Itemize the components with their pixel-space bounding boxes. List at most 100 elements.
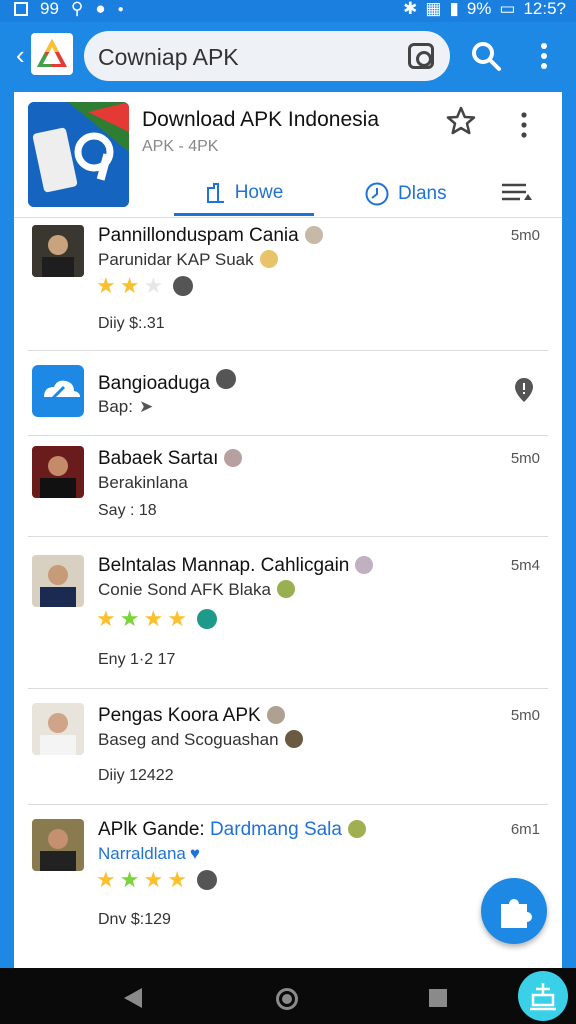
accessibility-icon[interactable] (518, 971, 568, 1021)
nav-home-icon[interactable] (276, 988, 298, 1010)
item-subtitle: Conie Sond AFK Blaka (98, 580, 295, 600)
dot-icon: ● (117, 3, 124, 15)
puzzle-icon (501, 899, 532, 928)
user-badge-icon (259, 250, 278, 268)
star-filled-icon: ★ (96, 273, 116, 298)
pin-icon: ➤ (138, 397, 154, 416)
item-time: 5m0 (510, 227, 540, 244)
avatar (32, 819, 84, 871)
item-subtitle: Bap: ➤ (98, 397, 154, 416)
chat-icon: ● (95, 0, 106, 18)
item-subtitle: Berakinlana (98, 473, 188, 492)
battery-text: 9% (466, 0, 492, 18)
globe-icon (216, 369, 236, 389)
play-logo-icon[interactable] (31, 33, 73, 75)
avatar (32, 225, 84, 277)
rating-stars: ★ ★ ★ ★ (96, 869, 217, 891)
app-subtitle: APK - 4PK (142, 138, 219, 155)
extensions-fab[interactable] (481, 878, 547, 944)
item-time: 5m4 (510, 557, 540, 574)
camera-icon[interactable] (408, 43, 434, 69)
star-filled-icon: ★ (119, 606, 140, 631)
item-time: 5m0 (510, 707, 540, 724)
tab-home[interactable]: Howe (174, 172, 314, 216)
item-meta: Say : 18 (98, 502, 157, 519)
user-badge-icon (224, 449, 243, 467)
search-input[interactable]: Cowniap APK (84, 31, 450, 81)
tab-plans[interactable]: Dlans (364, 172, 447, 216)
sort-icon[interactable] (500, 178, 534, 208)
user-badge-icon (284, 730, 303, 748)
item-subtitle: Narraldlana ♥ (98, 844, 200, 863)
list-item[interactable]: APlk Gande: Dardmang Sala Narraldlana ♥ ★… (28, 805, 548, 953)
item-title: Pannillonduspam Cania (98, 225, 323, 247)
globe-icon (196, 609, 217, 629)
notification-count: 99 (40, 0, 59, 18)
clock-icon (365, 182, 389, 206)
nav-recents-icon[interactable] (429, 989, 447, 1007)
nav-back-icon[interactable] (124, 988, 142, 1008)
rating-stars: ★ ★ ★ ★ (96, 608, 217, 630)
star-filled-icon: ★ (143, 867, 164, 892)
system-nav-bar (0, 968, 576, 1024)
item-subtitle: Baseg and Scoguashan (98, 730, 303, 750)
clock: 12:5? (523, 0, 566, 18)
star-outline-icon[interactable] (446, 106, 476, 136)
user-badge-icon (304, 226, 323, 244)
user-badge-icon (266, 706, 285, 724)
bluetooth-icon: ✱ (403, 0, 418, 18)
more-vert-icon[interactable] (532, 40, 556, 72)
signal-icon: ▮ (449, 0, 459, 18)
app-list: Pannillonduspam Cania Parunidar KAP Suak… (14, 219, 562, 953)
avatar (32, 703, 84, 755)
list-item[interactable]: Pengas Koora APK Baseg and Scoguashan Di… (28, 689, 548, 805)
user-badge-icon (276, 580, 295, 598)
item-title: Bangioaduga (98, 369, 236, 395)
item-title: Pengas Koora APK (98, 705, 285, 727)
tab-plans-label: Dlans (398, 183, 447, 204)
item-title: Belntalas Mannap. Cahlicgain (98, 555, 374, 577)
star-filled-icon: ★ (96, 867, 116, 892)
star-filled-icon: ★ (119, 867, 140, 892)
item-meta: Eny 1·2 17 (98, 651, 176, 668)
star-filled-icon: ★ (167, 867, 187, 892)
tab-home-label: Howe (234, 181, 284, 203)
app-icon[interactable] (28, 102, 129, 207)
star-empty-icon: ★ (143, 273, 164, 298)
search-icon[interactable] (470, 40, 502, 72)
notification-icon (14, 2, 28, 16)
list-item[interactable]: Pannillonduspam Cania Parunidar KAP Suak… (28, 219, 548, 351)
vibrate-icon: ▦ (425, 0, 442, 18)
globe-icon (196, 870, 217, 890)
item-title: Babaek Sartaı (98, 448, 243, 470)
heart-icon: ♥ (189, 844, 200, 863)
item-subtitle: Parunidar KAP Suak (98, 250, 278, 270)
item-meta: Dnv $:129 (98, 911, 171, 928)
app-more-icon[interactable] (514, 110, 534, 140)
item-meta: Diiy 12422 (98, 767, 174, 784)
rating-stars: ★ ★ ★ (96, 273, 194, 298)
app-header: Download APK Indonesia APK - 4PK Howe Dl… (14, 92, 562, 218)
location-pin-icon[interactable] (514, 377, 534, 403)
user-badge-icon (355, 556, 374, 574)
item-time: 6m1 (510, 821, 540, 838)
top-app-bar: ‹ Cowniap APK (0, 22, 576, 92)
list-item[interactable]: Bangioaduga Bap: ➤ (28, 351, 548, 436)
item-time: 5m0 (510, 450, 540, 467)
app-title: Download APK Indonesia (142, 108, 379, 131)
star-filled-icon: ★ (119, 273, 140, 298)
star-filled-icon: ★ (96, 606, 116, 631)
home-icon (206, 182, 224, 203)
user-badge-icon (347, 820, 366, 838)
avatar (32, 446, 84, 498)
content-sheet: Download APK Indonesia APK - 4PK Howe Dl… (14, 92, 562, 968)
battery-icon: ▭ (499, 0, 516, 18)
status-bar: 99 ⚲ ● ● ✱ ▦ ▮ 9% ▭ 12:5? (0, 0, 576, 22)
search-input-text[interactable]: Cowniap APK (98, 44, 239, 71)
globe-icon (173, 276, 194, 296)
avatar (32, 555, 84, 607)
list-item[interactable]: Babaek Sartaı Berakinlana Say : 18 5m0 (28, 436, 548, 537)
item-meta: Diiy $:.31 (98, 315, 165, 332)
back-icon[interactable]: ‹ (16, 42, 25, 68)
list-item[interactable]: Belntalas Mannap. Cahlicgain Conie Sond … (28, 537, 548, 689)
